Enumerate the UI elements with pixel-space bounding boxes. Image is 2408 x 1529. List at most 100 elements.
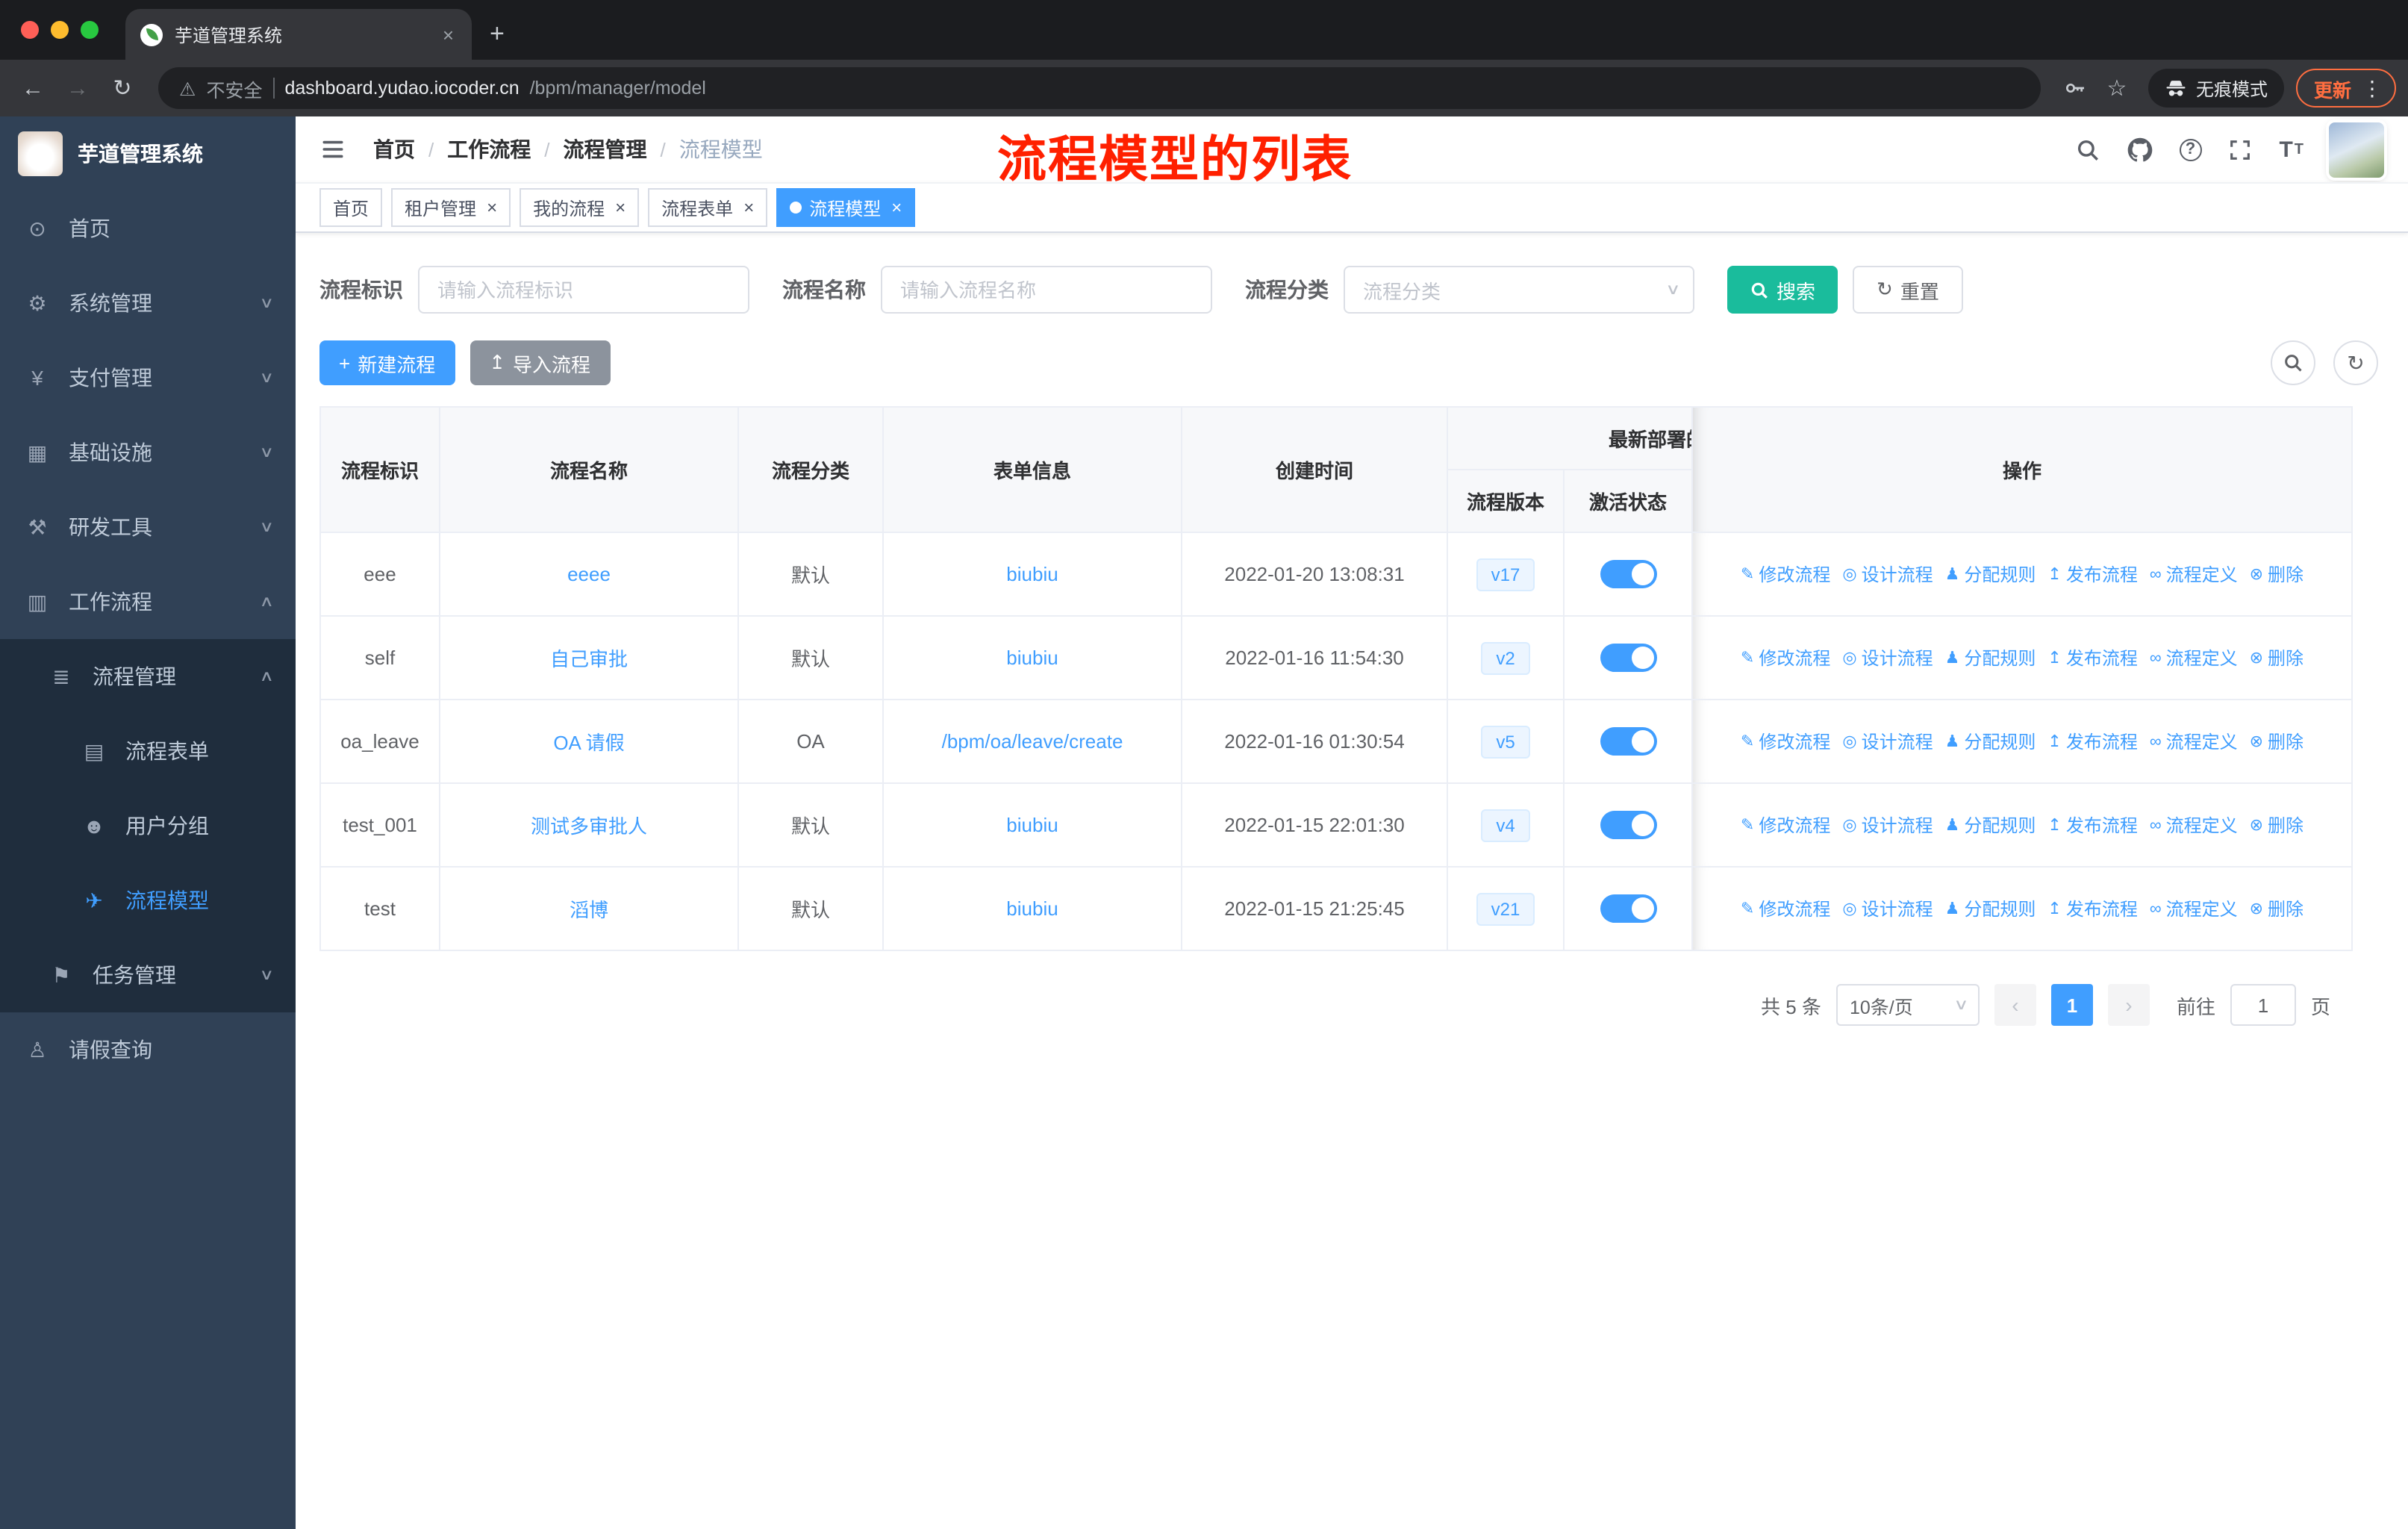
sidebar-item-user-group[interactable]: ☻ 用户分组 bbox=[0, 788, 296, 863]
sidebar-item-home[interactable]: ⊙ 首页 bbox=[0, 191, 296, 266]
back-button[interactable]: ← bbox=[12, 67, 54, 109]
form-link[interactable]: /bpm/oa/leave/create bbox=[942, 730, 1123, 753]
active-toggle[interactable] bbox=[1600, 727, 1656, 756]
process-name-link[interactable]: 自己审批 bbox=[550, 648, 628, 670]
maximize-window-button[interactable] bbox=[81, 21, 99, 39]
publish-process-link[interactable]: ↥ 发布流程 bbox=[2047, 896, 2137, 921]
sidebar-item-workflow[interactable]: ▥ 工作流程 ∧ bbox=[0, 564, 296, 639]
form-link[interactable]: biubiu bbox=[1006, 897, 1058, 920]
modify-process-link[interactable]: ✎ 修改流程 bbox=[1741, 729, 1830, 754]
category-select[interactable]: 流程分类 ∨ bbox=[1344, 266, 1694, 314]
sidebar-item-dev-tools[interactable]: ⚒ 研发工具 ∨ bbox=[0, 490, 296, 564]
sidebar-item-leave-query[interactable]: ♙ 请假查询 bbox=[0, 1012, 296, 1087]
delete-link[interactable]: ⊗ 删除 bbox=[2250, 561, 2303, 587]
reset-button[interactable]: ↻ 重置 bbox=[1853, 266, 1963, 314]
active-toggle[interactable] bbox=[1600, 560, 1656, 588]
form-link[interactable]: biubiu bbox=[1006, 647, 1058, 669]
search-button[interactable]: 搜索 bbox=[1727, 266, 1838, 314]
app-logo[interactable]: 芋道管理系统 bbox=[0, 116, 296, 191]
form-link[interactable]: biubiu bbox=[1006, 563, 1058, 585]
assign-rule-link[interactable]: ♟ 分配规则 bbox=[1945, 896, 2036, 921]
menu-dots-icon[interactable]: ⋮ bbox=[2362, 75, 2383, 101]
address-bar[interactable]: ⚠ 不安全 dashboard.yudao.iocoder.cn/bpm/man… bbox=[158, 67, 2041, 109]
assign-rule-link[interactable]: ♟ 分配规则 bbox=[1945, 729, 2036, 754]
page-size-select[interactable]: 10条/页 ∨ bbox=[1835, 984, 1980, 1026]
design-process-link[interactable]: ◎ 设计流程 bbox=[1842, 729, 1933, 754]
create-process-button[interactable]: + 新建流程 bbox=[319, 340, 455, 385]
modify-process-link[interactable]: ✎ 修改流程 bbox=[1741, 561, 1830, 587]
delete-link[interactable]: ⊗ 删除 bbox=[2250, 812, 2303, 838]
next-page-button[interactable]: › bbox=[2107, 984, 2150, 1026]
publish-process-link[interactable]: ↥ 发布流程 bbox=[2047, 645, 2137, 670]
process-name-input[interactable] bbox=[881, 266, 1212, 314]
process-definition-link[interactable]: ∞ 流程定义 bbox=[2150, 729, 2238, 755]
delete-link[interactable]: ⊗ 删除 bbox=[2250, 729, 2303, 754]
delete-link[interactable]: ⊗ 删除 bbox=[2250, 645, 2303, 670]
assign-rule-link[interactable]: ♟ 分配规则 bbox=[1945, 645, 2036, 670]
github-icon[interactable] bbox=[2127, 136, 2153, 163]
sidebar-item-process-management[interactable]: ≣ 流程管理 ∧ bbox=[0, 639, 296, 714]
sidebar-item-system[interactable]: ⚙ 系统管理 ∨ bbox=[0, 266, 296, 340]
process-definition-link[interactable]: ∞ 流程定义 bbox=[2150, 646, 2238, 671]
modify-process-link[interactable]: ✎ 修改流程 bbox=[1741, 812, 1830, 838]
new-tab-button[interactable]: + bbox=[490, 19, 505, 49]
close-icon[interactable]: × bbox=[487, 197, 497, 218]
design-process-link[interactable]: ◎ 设计流程 bbox=[1842, 645, 1933, 670]
design-process-link[interactable]: ◎ 设计流程 bbox=[1842, 561, 1933, 587]
bookmark-star-icon[interactable]: ☆ bbox=[2097, 75, 2136, 102]
import-process-button[interactable]: ↥ 导入流程 bbox=[470, 340, 611, 385]
process-name-link[interactable]: OA 请假 bbox=[553, 732, 624, 754]
active-toggle[interactable] bbox=[1600, 811, 1656, 839]
tag-home[interactable]: 首页 bbox=[319, 188, 383, 227]
goto-page-input[interactable] bbox=[2230, 984, 2296, 1026]
tag-process-form[interactable]: 流程表单 × bbox=[648, 188, 768, 227]
search-icon[interactable] bbox=[2074, 136, 2101, 163]
close-icon[interactable]: × bbox=[615, 197, 626, 218]
publish-process-link[interactable]: ↥ 发布流程 bbox=[2047, 812, 2137, 838]
sidebar-item-task-management[interactable]: ⚑ 任务管理 ∨ bbox=[0, 938, 296, 1012]
user-avatar[interactable] bbox=[2329, 122, 2384, 177]
process-name-link[interactable]: 测试多审批人 bbox=[531, 815, 647, 838]
key-icon[interactable] bbox=[2056, 76, 2094, 100]
collapse-sidebar-icon[interactable] bbox=[319, 134, 349, 164]
minimize-window-button[interactable] bbox=[51, 21, 69, 39]
sidebar-item-infrastructure[interactable]: ▦ 基础设施 ∨ bbox=[0, 415, 296, 490]
page-1-button[interactable]: 1 bbox=[2050, 984, 2093, 1026]
active-toggle[interactable] bbox=[1600, 644, 1656, 672]
refresh-table-button[interactable]: ↻ bbox=[2333, 340, 2378, 385]
sidebar-item-process-model[interactable]: ✈ 流程模型 bbox=[0, 863, 296, 938]
assign-rule-link[interactable]: ♟ 分配规则 bbox=[1945, 561, 2036, 587]
active-toggle[interactable] bbox=[1600, 894, 1656, 923]
modify-process-link[interactable]: ✎ 修改流程 bbox=[1741, 896, 1830, 921]
reload-button[interactable]: ↻ bbox=[102, 67, 143, 109]
publish-process-link[interactable]: ↥ 发布流程 bbox=[2047, 729, 2137, 754]
sidebar-item-process-form[interactable]: ▤ 流程表单 bbox=[0, 714, 296, 788]
tag-process-model[interactable]: 流程模型 × bbox=[776, 188, 916, 227]
toggle-search-button[interactable] bbox=[2271, 340, 2315, 385]
design-process-link[interactable]: ◎ 设计流程 bbox=[1842, 896, 1933, 921]
tag-my-process[interactable]: 我的流程 × bbox=[520, 188, 640, 227]
close-window-button[interactable] bbox=[21, 21, 39, 39]
design-process-link[interactable]: ◎ 设计流程 bbox=[1842, 812, 1933, 838]
publish-process-link[interactable]: ↥ 发布流程 bbox=[2047, 561, 2137, 587]
form-link[interactable]: biubiu bbox=[1006, 814, 1058, 836]
help-icon[interactable]: ? bbox=[2179, 138, 2202, 161]
delete-link[interactable]: ⊗ 删除 bbox=[2250, 896, 2303, 921]
breadcrumb-item[interactable]: 流程管理 bbox=[564, 134, 647, 164]
forward-button[interactable]: → bbox=[57, 67, 99, 109]
process-definition-link[interactable]: ∞ 流程定义 bbox=[2150, 562, 2238, 588]
process-id-input[interactable] bbox=[418, 266, 749, 314]
close-tab-icon[interactable]: × bbox=[440, 23, 457, 46]
breadcrumb-item[interactable]: 工作流程 bbox=[447, 134, 531, 164]
update-button[interactable]: 更新 ⋮ bbox=[2295, 69, 2396, 108]
process-name-link[interactable]: 滔博 bbox=[570, 899, 608, 921]
close-icon[interactable]: × bbox=[891, 197, 902, 218]
process-definition-link[interactable]: ∞ 流程定义 bbox=[2150, 897, 2238, 922]
font-size-icon[interactable]: TT bbox=[2279, 136, 2303, 163]
sidebar-item-payment[interactable]: ¥ 支付管理 ∨ bbox=[0, 340, 296, 415]
assign-rule-link[interactable]: ♟ 分配规则 bbox=[1945, 812, 2036, 838]
process-definition-link[interactable]: ∞ 流程定义 bbox=[2150, 813, 2238, 838]
browser-tab[interactable]: 芋道管理系统 × bbox=[125, 9, 472, 60]
fullscreen-icon[interactable] bbox=[2227, 136, 2253, 163]
prev-page-button[interactable]: ‹ bbox=[1994, 984, 2036, 1026]
